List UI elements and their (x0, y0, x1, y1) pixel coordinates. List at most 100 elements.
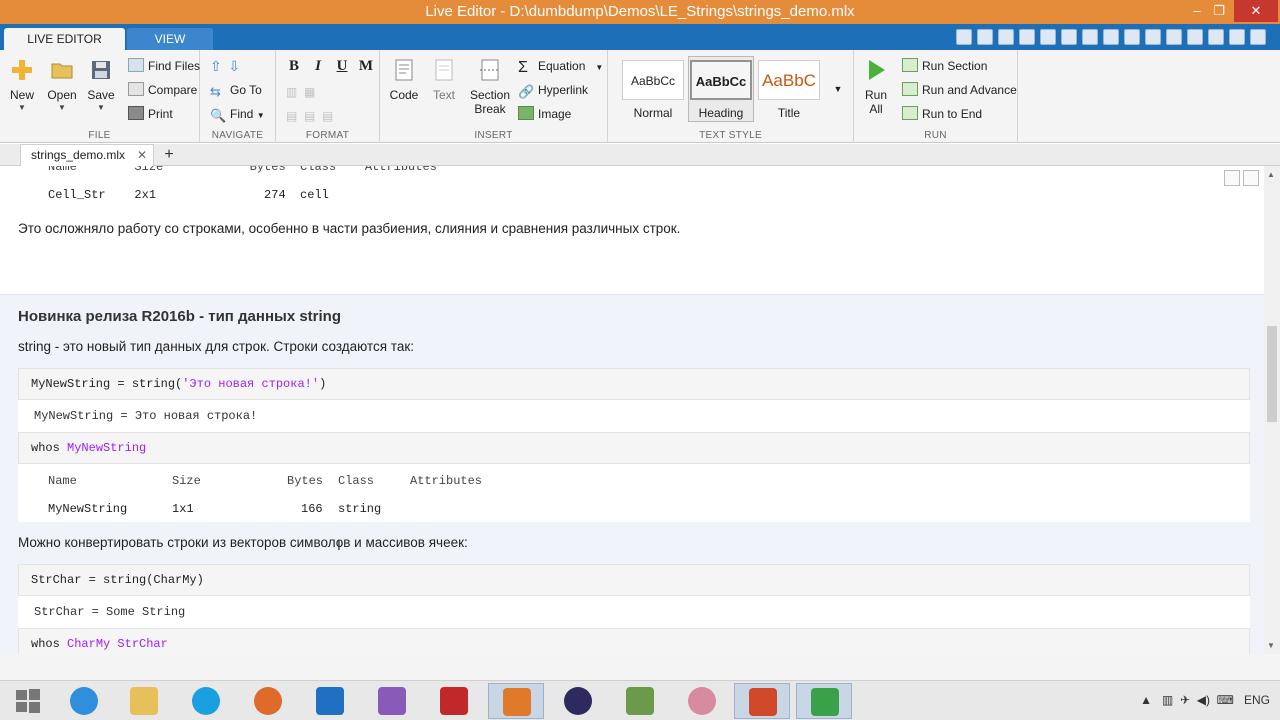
scrollbar-thumb[interactable] (1267, 326, 1277, 422)
open-button[interactable]: Open ▼ (42, 58, 82, 112)
italic-button[interactable]: I (309, 56, 327, 76)
new-button[interactable]: New ▼ (2, 58, 42, 112)
code-cell[interactable]: whos MyNewString (18, 432, 1250, 464)
output-line: StrChar = Some String (34, 605, 186, 619)
qat-icon[interactable] (1061, 29, 1077, 45)
qat-icon[interactable] (1082, 29, 1098, 45)
taskbar-powerpoint[interactable] (734, 683, 790, 719)
section-heading[interactable]: Новинка релиза R2016b - тип данных strin… (18, 308, 341, 325)
qat-icon[interactable] (1145, 29, 1161, 45)
scroll-down-icon[interactable]: ▼ (1267, 641, 1275, 650)
qat-icon[interactable] (1124, 29, 1140, 45)
style-normal[interactable]: AaBbCc (622, 60, 684, 100)
image-button[interactable]: Image (518, 104, 571, 124)
code-cell[interactable]: StrChar = string(CharMy) (18, 564, 1250, 596)
arrow-down-icon[interactable]: ⇩ (228, 58, 240, 74)
taskbar-tools[interactable] (612, 683, 668, 719)
taskbar-internet-explorer[interactable] (56, 683, 112, 719)
style-gallery-more-icon[interactable]: ▼ (830, 74, 846, 104)
tab-view[interactable]: VIEW (127, 28, 213, 50)
text-button[interactable]: Text (424, 58, 464, 102)
output-right-icon[interactable] (1243, 170, 1259, 186)
qat-icon[interactable] (1208, 29, 1224, 45)
equation-button[interactable]: Σ Equation ▼ (518, 56, 603, 76)
taskbar-outlook[interactable] (302, 683, 358, 719)
floppy-disk-icon (89, 58, 113, 82)
output-cell: Name Size Bytes Class Attributes MyNewSt… (18, 464, 1250, 522)
output-inline-icon[interactable] (1224, 170, 1240, 186)
taskbar-skype[interactable] (178, 683, 234, 719)
close-button[interactable]: ✕ (1234, 0, 1278, 22)
taskbar-acrobat[interactable] (426, 683, 482, 719)
save-button[interactable]: Save ▼ (81, 58, 121, 112)
run-to-end-button[interactable]: Run to End (902, 104, 982, 124)
arrow-up-icon[interactable]: ⇧ (210, 58, 222, 74)
compare-button[interactable]: Compare (128, 80, 197, 100)
bold-button[interactable]: B (285, 56, 303, 76)
style-title[interactable]: AaBbC (758, 60, 820, 100)
vertical-scrollbar[interactable]: ▲ ▼ (1264, 166, 1280, 654)
tab-live-editor[interactable]: LIVE EDITOR (4, 28, 125, 50)
text-label: Text (432, 88, 455, 102)
new-plus-icon (10, 58, 34, 82)
help-icon[interactable] (1229, 29, 1245, 45)
network-icon[interactable]: ▥ (1162, 693, 1173, 707)
code-button[interactable]: Code (384, 58, 424, 102)
code-cell[interactable]: whos CharMy StrChar (18, 628, 1250, 654)
language-indicator[interactable]: ENG (1244, 693, 1270, 707)
paragraph-text[interactable]: string - это новый тип данных для строк.… (18, 339, 414, 354)
code-line: MyNewString = string('Это новая строка!'… (31, 377, 326, 391)
qat-icon[interactable] (1040, 29, 1056, 45)
qat-icon[interactable] (1019, 29, 1035, 45)
find-files-button[interactable]: Find Files (128, 56, 200, 76)
qat-icon[interactable] (956, 29, 972, 45)
qat-icon[interactable] (1166, 29, 1182, 45)
go-to-button[interactable]: ⇆ Go To (210, 80, 262, 100)
keyboard-icon[interactable]: ⌨ (1217, 693, 1234, 707)
paragraph-text[interactable]: Можно конвертировать строки из векторов … (18, 535, 468, 550)
print-button[interactable]: Print (128, 104, 173, 124)
open-label: Open (47, 88, 77, 102)
start-button[interactable] (0, 683, 56, 719)
run-section-button[interactable]: Run Section (902, 56, 987, 76)
taskbar-file-explorer[interactable] (116, 683, 172, 719)
qat-icon[interactable] (977, 29, 993, 45)
document-tab-bar: strings_demo.mlx ✕ + (0, 144, 1280, 166)
taskbar-eclipse[interactable] (550, 683, 606, 719)
qat-icon[interactable] (1103, 29, 1119, 45)
airplane-icon[interactable]: ✈ (1180, 693, 1190, 707)
close-tab-icon[interactable]: ✕ (137, 145, 147, 166)
qat-icon[interactable] (998, 29, 1014, 45)
navigate-group-label: NAVIGATE (211, 130, 264, 141)
volume-icon[interactable]: ◀) (1197, 693, 1210, 707)
live-editor-canvas[interactable]: Name Size Bytes Class Attributes Cell_St… (0, 166, 1264, 654)
find-button[interactable]: 🔍 Find ▼ (210, 104, 265, 124)
run-and-advance-button[interactable]: Run and Advance (902, 80, 1017, 100)
taskbar-camtasia[interactable] (796, 683, 852, 719)
hyperlink-button[interactable]: 🔗 Hyperlink (518, 80, 588, 100)
section-break-button[interactable]: Section Break (468, 58, 512, 116)
doc-tab-strings-demo[interactable]: strings_demo.mlx ✕ (20, 144, 154, 166)
format-disabled-icons: ▥ ▦ (286, 85, 316, 99)
code-text: ) (319, 377, 327, 391)
qat-icon[interactable] (1187, 29, 1203, 45)
taskbar-firefox[interactable] (240, 683, 296, 719)
navigate-group: ⇧ ⇩ ⇆ Go To 🔍 Find ▼ NAVIGATE (200, 50, 276, 143)
run-all-label-1: Run (864, 88, 887, 102)
paragraph-text[interactable]: Это осложняло работу со строками, особен… (18, 221, 680, 236)
code-cell[interactable]: MyNewString = string('Это новая строка!'… (18, 368, 1250, 400)
chevron-down-icon[interactable] (1250, 29, 1266, 45)
taskbar-paint[interactable] (674, 683, 730, 719)
scroll-up-icon[interactable]: ▲ (1267, 170, 1275, 179)
underline-button[interactable]: U (333, 56, 351, 76)
maximize-button[interactable]: ❐ (1208, 0, 1230, 22)
acrobat-icon (440, 687, 468, 715)
monospace-button[interactable]: M (357, 56, 375, 76)
run-all-button[interactable]: Run All (856, 58, 896, 116)
add-tab-button[interactable]: + (158, 146, 180, 164)
taskbar-visual-studio[interactable] (364, 683, 420, 719)
minimize-button[interactable]: – (1186, 0, 1208, 22)
tray-arrow-icon[interactable]: ▲ (1140, 693, 1152, 707)
active-section: Новинка релиза R2016b - тип данных strin… (0, 294, 1264, 654)
taskbar-matlab[interactable] (488, 683, 544, 719)
